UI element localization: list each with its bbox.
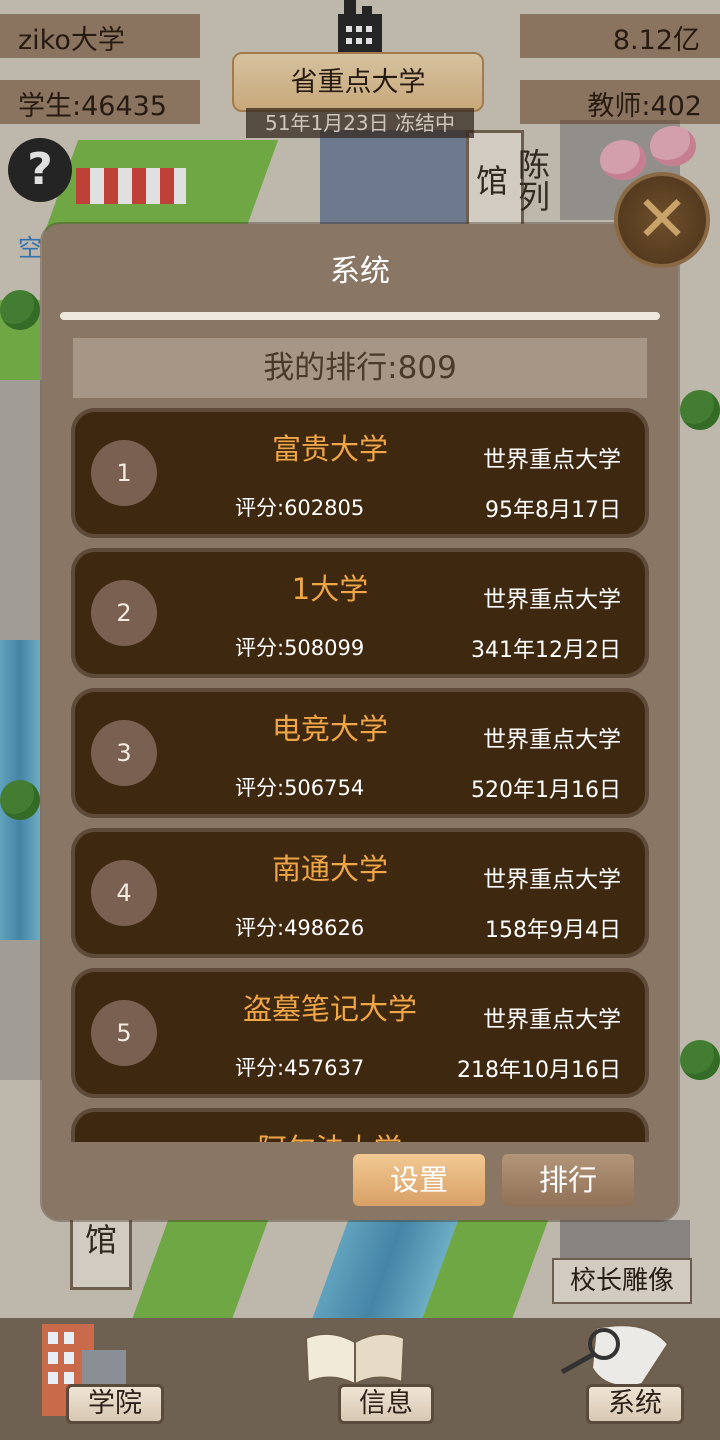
rank-number: 5 <box>91 1000 157 1066</box>
university-name: 富贵大学 <box>271 432 388 466</box>
university-level: 世界重点大学 <box>483 1007 621 1033</box>
university-score: 评分:498626 <box>235 916 365 940</box>
ranking-row[interactable]: 5 盗墓笔记大学 世界重点大学 评分:457637 218年10月16日 <box>71 968 649 1098</box>
ranking-list[interactable]: 1 富贵大学 世界重点大学 评分:602805 95年8月17日 2 1大学 世… <box>71 408 649 1142</box>
ranking-row[interactable]: 4 南通大学 世界重点大学 评分:498626 158年9月4日 <box>71 828 649 958</box>
dialog-title: 系统 <box>330 254 390 289</box>
ranking-row[interactable]: 3 电竞大学 世界重点大学 评分:506754 520年1月16日 <box>71 688 649 818</box>
university-score: 评分:508099 <box>235 636 365 660</box>
bottom-nav: 学院 信息 系统 <box>0 1318 720 1440</box>
university-name: 南通大学 <box>271 852 388 886</box>
rank-number: 1 <box>91 440 157 506</box>
rank-number: 2 <box>91 580 157 646</box>
nav-system[interactable]: 系统 <box>556 1318 706 1440</box>
settings-button[interactable]: 设置 <box>353 1154 485 1206</box>
rank-number: 3 <box>91 720 157 786</box>
close-button[interactable]: ✕ <box>614 172 710 268</box>
university-level: 世界重点大学 <box>483 587 621 613</box>
nav-system-label: 系统 <box>586 1384 684 1424</box>
nav-college[interactable]: 学院 <box>30 1318 170 1440</box>
university-name: 阿尔法大学 <box>195 1126 465 1142</box>
founded-date: 218年10月16日 <box>457 1058 621 1083</box>
ranking-row-partial[interactable]: 阿尔法大学 <box>71 1108 649 1142</box>
nav-college-label: 学院 <box>66 1384 164 1424</box>
book-icon <box>300 1322 410 1392</box>
title-divider <box>60 312 660 320</box>
founded-date: 520年1月16日 <box>471 778 621 803</box>
system-dialog: 系统 我的排行:809 1 富贵大学 世界重点大学 评分:602805 95年8… <box>42 224 678 1220</box>
nav-info-label: 信息 <box>338 1384 434 1424</box>
nav-info[interactable]: 信息 <box>296 1318 446 1440</box>
university-level: 世界重点大学 <box>483 727 621 753</box>
university-score: 评分:506754 <box>235 776 365 800</box>
university-name: 盗墓笔记大学 <box>242 992 417 1026</box>
close-icon: ✕ <box>635 183 689 257</box>
rank-number: 4 <box>91 860 157 926</box>
university-level: 世界重点大学 <box>483 447 621 473</box>
university-level: 世界重点大学 <box>483 867 621 893</box>
founded-date: 341年12月2日 <box>471 638 621 663</box>
university-name: 电竞大学 <box>271 712 388 746</box>
founded-date: 95年8月17日 <box>485 498 621 523</box>
university-name: 1大学 <box>291 572 369 606</box>
ranking-button[interactable]: 排行 <box>502 1154 634 1206</box>
founded-date: 158年9月4日 <box>485 918 621 943</box>
my-rank: 我的排行:809 <box>73 338 647 398</box>
ranking-row[interactable]: 2 1大学 世界重点大学 评分:508099 341年12月2日 <box>71 548 649 678</box>
university-score: 评分:457637 <box>235 1056 365 1080</box>
university-score: 评分:602805 <box>235 496 365 520</box>
ranking-row[interactable]: 1 富贵大学 世界重点大学 评分:602805 95年8月17日 <box>71 408 649 538</box>
